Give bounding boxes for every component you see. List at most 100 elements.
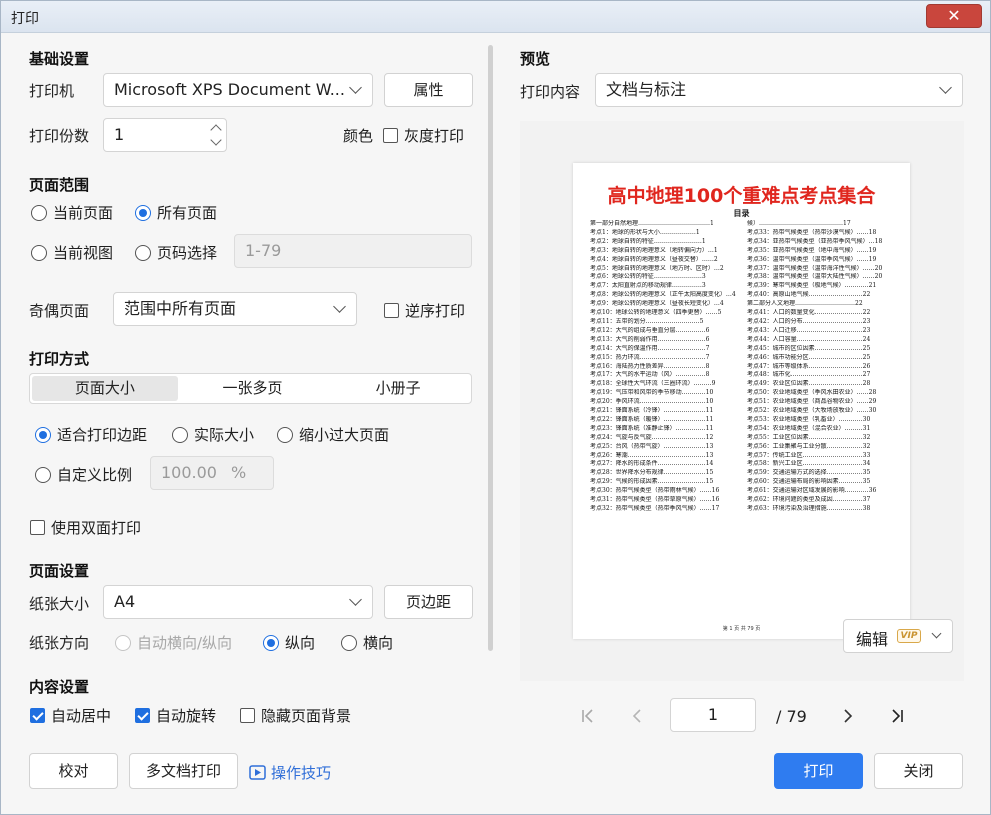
radio-dot [263,634,279,651]
auto-rotate-checkbox[interactable]: 自动旋转 [135,705,216,726]
radio-dot [341,634,357,651]
toc-line: 考点9：地球公转的地理意义（昼夜长短变化）…4 [590,300,724,308]
toc-line: 第二部分人文地理…………………………22 [747,300,863,308]
auto-center-checkbox[interactable]: 自动居中 [30,705,111,726]
toc-line: 考点1：地球的形状与大小………………1 [590,228,700,236]
checkbox-box [384,303,399,318]
duplex-checkbox[interactable]: 使用双面打印 [30,517,141,538]
toc-line: 考点18：全球性大气环流（三圈环流）………9 [590,380,716,388]
tab-page-size[interactable]: 页面大小 [32,376,178,401]
reverse-print-checkbox[interactable]: 逆序打印 [384,300,465,321]
grayscale-checkbox[interactable]: 灰度打印 [383,125,464,146]
proof-button[interactable]: 校对 [29,753,118,789]
toc-line: 考点23：锋面系统（准静止锋）……………11 [590,424,714,432]
radio-all-pages[interactable]: 所有页面 [135,202,217,223]
radio-auto-orientation-label: 自动横向/纵向 [137,634,233,652]
spin-down-icon[interactable] [210,134,222,146]
checkbox-box [135,708,150,723]
print-button[interactable]: 打印 [774,753,863,789]
chevron-down-icon [939,81,952,94]
toc-line: 考点54：农业地域类型（混合农业）………31 [747,424,871,432]
toc-line: 考点56：工业集聚与工业分散………………32 [747,442,871,450]
edit-button[interactable]: 编辑 VIP [843,619,953,653]
properties-button[interactable]: 属性 [384,73,473,107]
printer-select[interactable]: Microsoft XPS Document W... [103,73,373,107]
tab-multi-page[interactable]: 一张多页 [180,374,326,403]
settings-scrollbar[interactable] [488,45,493,651]
color-label: 颜色 [343,127,374,145]
chevron-down-icon [349,593,362,606]
vip-badge: VIP [897,629,921,643]
print-mode-title: 打印方式 [29,350,90,368]
toc-line: 考点59：交通运输方式的选择………………35 [747,469,871,477]
close-window-button[interactable]: ✕ [926,4,982,28]
checkbox-box [383,128,398,143]
paper-size-value: A4 [114,592,136,611]
radio-current-page[interactable]: 当前页面 [31,202,113,223]
custom-scale-value: 100.00 [161,463,217,482]
toc-line: 考点53：农业地域类型（乳畜业）…………30 [747,415,871,423]
radio-dot [31,204,47,221]
toc-line: 考点15：热力环流……………………………7 [590,353,710,361]
toc-line: 考点57：传统工业区…………………………33 [747,451,871,459]
margins-button[interactable]: 页边距 [384,585,473,619]
odd-even-select[interactable]: 范围中所有页面 [113,292,357,326]
copies-input[interactable]: 1 [103,118,227,152]
radio-dot [172,426,188,443]
hide-background-checkbox[interactable]: 隐藏页面背景 [240,705,351,726]
multi-doc-print-button[interactable]: 多文档打印 [129,753,238,789]
radio-shrink-large[interactable]: 缩小过大页面 [277,424,389,445]
toc-line: 考点26：寒潮…………………………………13 [590,451,714,459]
radio-portrait[interactable]: 纵向 [263,632,315,653]
radio-dot [115,634,131,651]
radio-dot [135,204,151,221]
toc-line: 考点32：热带气候类型（热带季风气候）……17 [590,505,720,512]
toc-line: 考点35：亚热带气候类型（地中海气候）……19 [747,246,877,254]
radio-landscape[interactable]: 横向 [341,632,393,653]
print-mode-tabs: 页面大小 一张多页 小册子 [29,373,472,404]
prev-page-icon[interactable] [631,708,645,724]
radio-fit-margins-label: 适合打印边距 [57,426,148,444]
next-page-icon[interactable] [841,708,855,724]
radio-actual-size[interactable]: 实际大小 [172,424,254,445]
toc-line: 考点48：城市化………………………………27 [747,371,871,379]
radio-custom-scale-label: 自定义比例 [57,466,133,484]
toc-line: 考点7：太阳直射点的移动规律……………3 [590,282,706,290]
toc-line: 考点3：地球自转的地理意义（地转偏向力）…1 [590,246,718,254]
radio-page-select[interactable]: 页码选择 [135,242,217,263]
radio-current-view[interactable]: 当前视图 [31,242,113,263]
toc-line: 考点25：台风（热带气旋）…………………13 [590,442,714,450]
close-button[interactable]: 关闭 [874,753,963,789]
chevron-down-icon [931,628,942,639]
print-content-select[interactable]: 文档与标注 [595,73,963,107]
copies-value: 1 [114,125,125,144]
page-range-input[interactable]: 1-79 [234,234,472,268]
toc-line: 考点44：人口容量……………………………24 [747,335,871,343]
checkbox-box [30,708,45,723]
toc-line: 考点6：地球公转的特征……………………3 [590,273,706,281]
reverse-print-label: 逆序打印 [405,302,466,320]
toc-line: 考点34：亚热带气候类型（亚热带季风气候）…18 [747,237,883,245]
edit-button-label: 编辑 [856,630,889,649]
last-page-icon[interactable] [889,708,905,724]
odd-even-label: 奇偶页面 [29,302,90,320]
doc-title: 高中地理100个重难点考点集合 [607,185,876,207]
toc-line: 考点5：地球自转的地理意义（地方时、区时）…2 [590,264,724,272]
toc-line: 考点41：人口的数量变化……………………22 [747,309,871,317]
toc-line: 第一部分自然地理………………………………1 [590,220,714,227]
tips-link[interactable]: 操作技巧 [249,762,331,783]
tab-booklet[interactable]: 小册子 [325,374,471,403]
toc-line: 考点8：地球公转的地理意义（正午太阳高度变化）…4 [590,291,736,299]
page-number-input[interactable]: 1 [670,698,756,732]
first-page-icon[interactable] [580,708,596,724]
toc-line: 考点37：温带气候类型（温带海洋性气候）……20 [747,264,883,272]
toc-line: 考点20：季风环流……………………………10 [590,398,714,406]
toc-line: 考点19：气压带和风带的季节移动…………10 [590,389,714,397]
toc-line: 考点11：五带的划分………………………5 [590,317,704,325]
paper-size-label: 纸张大小 [29,595,90,613]
paper-size-select[interactable]: A4 [103,585,373,619]
custom-scale-input[interactable]: 100.00 % [150,456,274,490]
radio-custom-scale[interactable]: 自定义比例 [35,464,132,485]
checkbox-box [30,520,45,535]
radio-fit-margins[interactable]: 适合打印边距 [35,424,147,445]
